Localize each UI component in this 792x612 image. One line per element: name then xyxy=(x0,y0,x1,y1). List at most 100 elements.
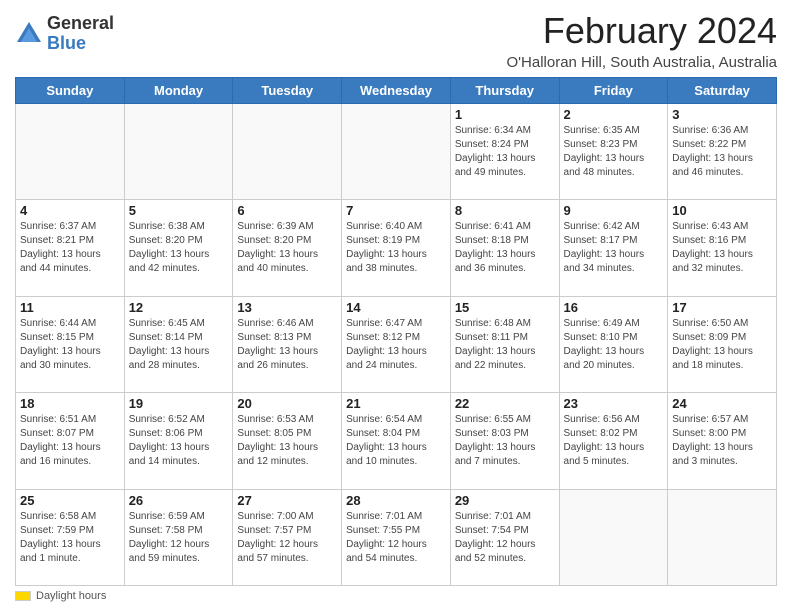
day-info: Sunrise: 6:42 AM Sunset: 8:17 PM Dayligh… xyxy=(564,220,664,276)
calendar-day-header: Friday xyxy=(559,78,668,104)
day-info: Sunrise: 6:53 AM Sunset: 8:05 PM Dayligh… xyxy=(237,413,337,469)
day-number: 21 xyxy=(346,396,446,411)
calendar-cell: 18 Sunrise: 6:51 AM Sunset: 8:07 PM Dayli… xyxy=(16,393,125,489)
calendar-week-row: 11 Sunrise: 6:44 AM Sunset: 8:15 PM Dayli… xyxy=(16,296,777,392)
day-info: Sunrise: 6:58 AM Sunset: 7:59 PM Dayligh… xyxy=(20,510,120,566)
calendar-cell: 27 Sunrise: 7:00 AM Sunset: 7:57 PM Dayli… xyxy=(233,489,342,585)
calendar-day-header: Monday xyxy=(124,78,233,104)
month-title: February 2024 xyxy=(507,10,778,52)
day-info: Sunrise: 6:43 AM Sunset: 8:16 PM Dayligh… xyxy=(672,220,772,276)
day-info: Sunrise: 6:48 AM Sunset: 8:11 PM Dayligh… xyxy=(455,317,555,373)
day-info: Sunrise: 6:47 AM Sunset: 8:12 PM Dayligh… xyxy=(346,317,446,373)
calendar-cell: 8 Sunrise: 6:41 AM Sunset: 8:18 PM Daylig… xyxy=(450,200,559,296)
day-info: Sunrise: 6:57 AM Sunset: 8:00 PM Dayligh… xyxy=(672,413,772,469)
day-number: 22 xyxy=(455,396,555,411)
day-number: 1 xyxy=(455,107,555,122)
calendar-day-header: Wednesday xyxy=(342,78,451,104)
day-info: Sunrise: 6:37 AM Sunset: 8:21 PM Dayligh… xyxy=(20,220,120,276)
day-info: Sunrise: 6:59 AM Sunset: 7:58 PM Dayligh… xyxy=(129,510,229,566)
page: General Blue February 2024 O'Halloran Hi… xyxy=(0,0,792,612)
calendar-cell: 28Sunrise: 7:01 AM Sunset: 7:55 PM Dayli… xyxy=(342,489,451,585)
day-info: Sunrise: 6:38 AM Sunset: 8:20 PM Dayligh… xyxy=(129,220,229,276)
day-number: 6 xyxy=(237,203,337,218)
calendar-cell: 17 Sunrise: 6:50 AM Sunset: 8:09 PM Dayli… xyxy=(668,296,777,392)
calendar-cell xyxy=(559,489,668,585)
day-info: Sunrise: 6:44 AM Sunset: 8:15 PM Dayligh… xyxy=(20,317,120,373)
calendar-week-row: 25 Sunrise: 6:58 AM Sunset: 7:59 PM Dayli… xyxy=(16,489,777,585)
logo-blue: Blue xyxy=(47,34,114,54)
calendar-cell: 1 Sunrise: 6:34 AM Sunset: 8:24 PM Daylig… xyxy=(450,104,559,200)
day-info: Sunrise: 7:00 AM Sunset: 7:57 PM Dayligh… xyxy=(237,510,337,566)
calendar-cell: 12Sunrise: 6:45 AM Sunset: 8:14 PM Dayli… xyxy=(124,296,233,392)
day-number: 27 xyxy=(237,493,337,508)
day-info: Sunrise: 6:55 AM Sunset: 8:03 PM Dayligh… xyxy=(455,413,555,469)
day-number: 17 xyxy=(672,300,772,315)
day-info: Sunrise: 6:51 AM Sunset: 8:07 PM Dayligh… xyxy=(20,413,120,469)
day-number: 5 xyxy=(129,203,229,218)
logo-general: General xyxy=(47,14,114,34)
day-number: 29 xyxy=(455,493,555,508)
calendar-day-header: Sunday xyxy=(16,78,125,104)
day-info: Sunrise: 6:49 AM Sunset: 8:10 PM Dayligh… xyxy=(564,317,664,373)
calendar-week-row: 18 Sunrise: 6:51 AM Sunset: 8:07 PM Dayli… xyxy=(16,393,777,489)
day-number: 19 xyxy=(129,396,229,411)
day-info: Sunrise: 6:36 AM Sunset: 8:22 PM Dayligh… xyxy=(672,124,772,180)
calendar-cell xyxy=(342,104,451,200)
calendar-day-header: Thursday xyxy=(450,78,559,104)
location-title: O'Halloran Hill, South Australia, Austra… xyxy=(507,54,778,71)
day-info: Sunrise: 6:56 AM Sunset: 8:02 PM Dayligh… xyxy=(564,413,664,469)
footer: Daylight hours xyxy=(15,590,777,602)
day-number: 2 xyxy=(564,107,664,122)
logo: General Blue xyxy=(15,14,114,54)
calendar-cell: 26Sunrise: 6:59 AM Sunset: 7:58 PM Dayli… xyxy=(124,489,233,585)
day-number: 7 xyxy=(346,203,446,218)
day-number: 4 xyxy=(20,203,120,218)
day-number: 9 xyxy=(564,203,664,218)
calendar-cell: 5 Sunrise: 6:38 AM Sunset: 8:20 PM Daylig… xyxy=(124,200,233,296)
day-number: 8 xyxy=(455,203,555,218)
calendar-cell: 11 Sunrise: 6:44 AM Sunset: 8:15 PM Dayli… xyxy=(16,296,125,392)
calendar-table: SundayMondayTuesdayWednesdayThursdayFrid… xyxy=(15,77,777,586)
calendar-cell: 20 Sunrise: 6:53 AM Sunset: 8:05 PM Dayli… xyxy=(233,393,342,489)
day-number: 11 xyxy=(20,300,120,315)
logo-text: General Blue xyxy=(47,14,114,54)
calendar-cell: 14Sunrise: 6:47 AM Sunset: 8:12 PM Dayli… xyxy=(342,296,451,392)
calendar-header-row: SundayMondayTuesdayWednesdayThursdayFrid… xyxy=(16,78,777,104)
day-info: Sunrise: 6:40 AM Sunset: 8:19 PM Dayligh… xyxy=(346,220,446,276)
day-number: 25 xyxy=(20,493,120,508)
day-info: Sunrise: 6:35 AM Sunset: 8:23 PM Dayligh… xyxy=(564,124,664,180)
day-number: 12 xyxy=(129,300,229,315)
day-number: 18 xyxy=(20,396,120,411)
day-info: Sunrise: 6:34 AM Sunset: 8:24 PM Dayligh… xyxy=(455,124,555,180)
calendar-cell: 22 Sunrise: 6:55 AM Sunset: 8:03 PM Dayli… xyxy=(450,393,559,489)
calendar-week-row: 1 Sunrise: 6:34 AM Sunset: 8:24 PM Daylig… xyxy=(16,104,777,200)
day-info: Sunrise: 6:50 AM Sunset: 8:09 PM Dayligh… xyxy=(672,317,772,373)
calendar-cell: 2 Sunrise: 6:35 AM Sunset: 8:23 PM Daylig… xyxy=(559,104,668,200)
calendar-cell: 4 Sunrise: 6:37 AM Sunset: 8:21 PM Daylig… xyxy=(16,200,125,296)
header: General Blue February 2024 O'Halloran Hi… xyxy=(15,10,777,71)
calendar-day-header: Saturday xyxy=(668,78,777,104)
calendar-week-row: 4 Sunrise: 6:37 AM Sunset: 8:21 PM Daylig… xyxy=(16,200,777,296)
calendar-cell: 9 Sunrise: 6:42 AM Sunset: 8:17 PM Daylig… xyxy=(559,200,668,296)
calendar-cell: 6Sunrise: 6:39 AM Sunset: 8:20 PM Daylig… xyxy=(233,200,342,296)
calendar-cell xyxy=(16,104,125,200)
day-number: 24 xyxy=(672,396,772,411)
calendar-cell: 25 Sunrise: 6:58 AM Sunset: 7:59 PM Dayli… xyxy=(16,489,125,585)
calendar-day-header: Tuesday xyxy=(233,78,342,104)
day-info: Sunrise: 7:01 AM Sunset: 7:54 PM Dayligh… xyxy=(455,510,555,566)
day-number: 20 xyxy=(237,396,337,411)
day-number: 23 xyxy=(564,396,664,411)
title-area: February 2024 O'Halloran Hill, South Aus… xyxy=(507,10,778,71)
calendar-cell: 7 Sunrise: 6:40 AM Sunset: 8:19 PM Daylig… xyxy=(342,200,451,296)
calendar-cell: 16Sunrise: 6:49 AM Sunset: 8:10 PM Dayli… xyxy=(559,296,668,392)
day-info: Sunrise: 6:41 AM Sunset: 8:18 PM Dayligh… xyxy=(455,220,555,276)
calendar-cell: 15 Sunrise: 6:48 AM Sunset: 8:11 PM Dayli… xyxy=(450,296,559,392)
legend-box xyxy=(15,591,31,601)
day-number: 15 xyxy=(455,300,555,315)
logo-icon xyxy=(15,20,43,48)
day-info: Sunrise: 6:52 AM Sunset: 8:06 PM Dayligh… xyxy=(129,413,229,469)
day-info: Sunrise: 6:54 AM Sunset: 8:04 PM Dayligh… xyxy=(346,413,446,469)
calendar-cell: 23 Sunrise: 6:56 AM Sunset: 8:02 PM Dayli… xyxy=(559,393,668,489)
legend-label: Daylight hours xyxy=(36,590,106,602)
calendar-cell xyxy=(233,104,342,200)
